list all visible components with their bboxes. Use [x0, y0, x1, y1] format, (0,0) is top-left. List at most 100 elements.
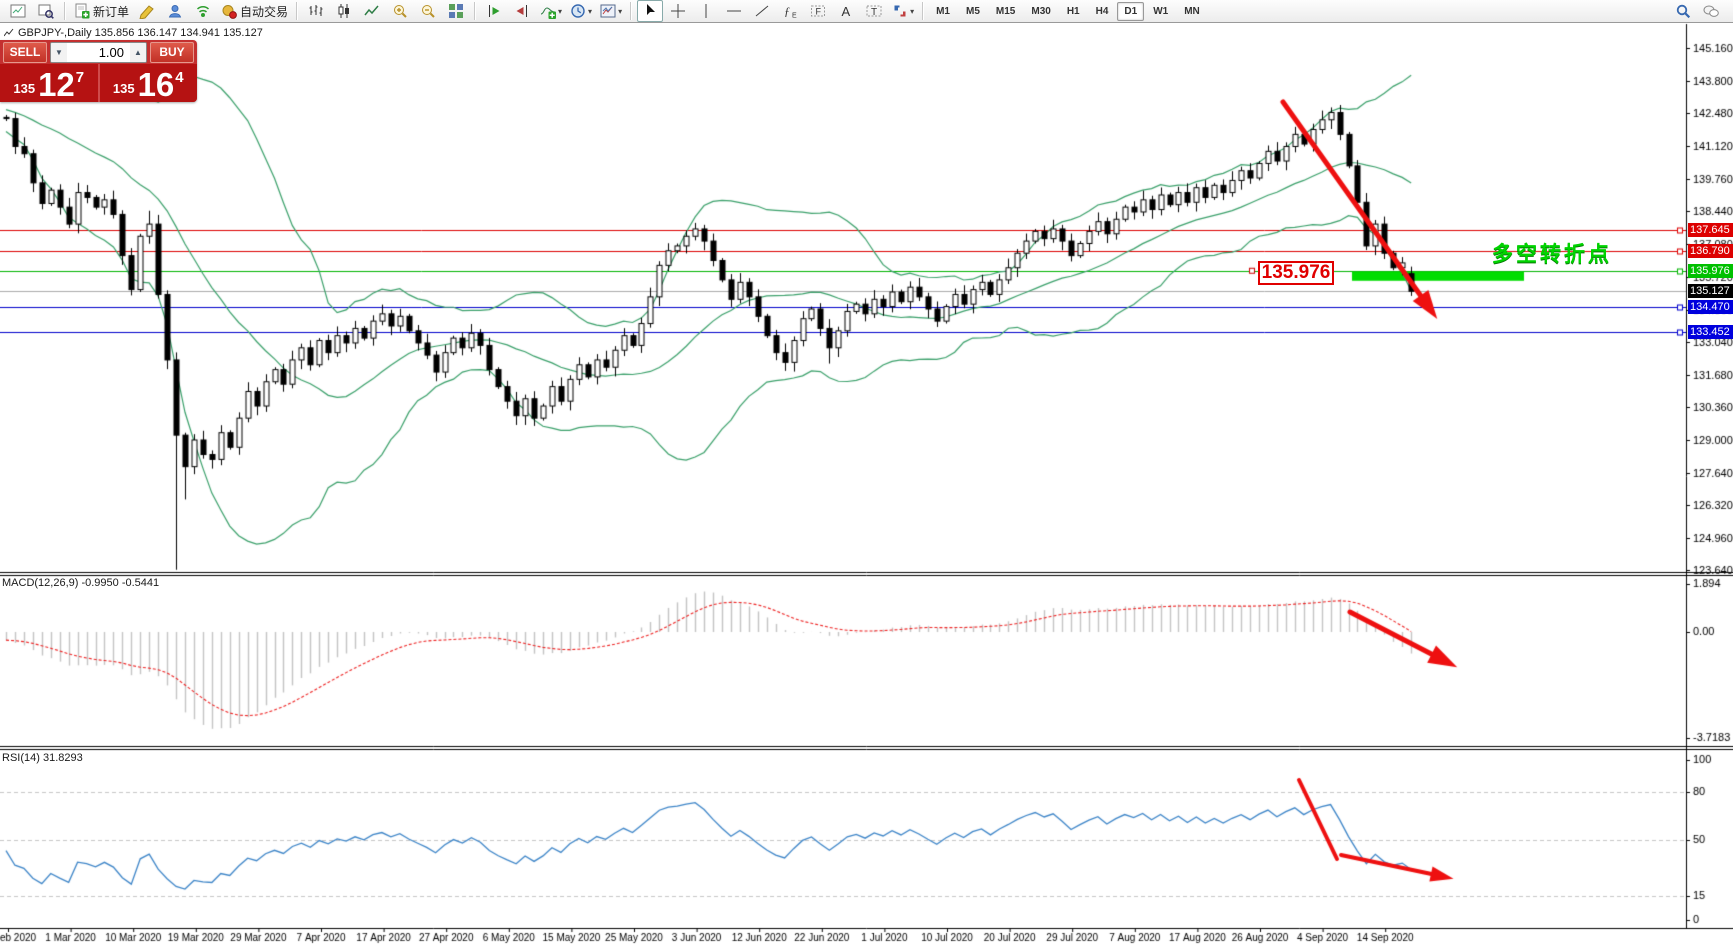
- chart-shift-button[interactable]: [509, 0, 535, 22]
- bar-chart-button[interactable]: [303, 0, 329, 22]
- symbol-title: GBPJPY-,Daily 135.856 136.147 134.941 13…: [18, 27, 263, 39]
- bar-chart-icon: [308, 3, 324, 19]
- tf-button-m30[interactable]: M30: [1024, 2, 1057, 21]
- buy-price-point: 4: [175, 69, 183, 86]
- search-icon: [1675, 3, 1691, 19]
- profiles-button[interactable]: [33, 0, 59, 22]
- fibo-expansion-icon: F: [810, 3, 826, 19]
- arrows-icon: [892, 3, 908, 19]
- tf-button-m15[interactable]: M15: [989, 2, 1022, 21]
- chart-canvas[interactable]: [0, 0, 1733, 946]
- tf-button-w1[interactable]: W1: [1146, 2, 1175, 21]
- signals-button[interactable]: [190, 0, 216, 22]
- market-watch-icon: [167, 3, 183, 19]
- profiles-icon: [38, 3, 54, 19]
- sell-price-pips: 12: [38, 71, 75, 99]
- new-chart-button[interactable]: [5, 0, 31, 22]
- svg-text:A: A: [842, 4, 851, 19]
- cursor-icon: [642, 3, 658, 19]
- tf-button-m1[interactable]: M1: [929, 2, 957, 21]
- volume-up-icon[interactable]: ▲: [130, 43, 146, 62]
- line-chart-button[interactable]: [359, 0, 385, 22]
- templates-icon: [600, 3, 616, 19]
- toolbar-button-label: 自动交易: [240, 3, 288, 20]
- chat-icon: [1703, 3, 1719, 19]
- price-badge: 135.976: [1688, 264, 1733, 278]
- chevron-down-icon[interactable]: ▾: [588, 7, 592, 16]
- crosshair-icon: [670, 3, 686, 19]
- price-badge: 133.452: [1688, 325, 1733, 339]
- tf-button-d1[interactable]: D1: [1117, 2, 1144, 21]
- new-chart-icon: [10, 3, 26, 19]
- metaeditor-button[interactable]: [134, 0, 160, 22]
- buy-price-figure: 135: [113, 81, 135, 96]
- new-order-icon: [74, 3, 90, 19]
- auto-scroll-icon: [486, 3, 502, 19]
- zoom-in-button[interactable]: [387, 0, 413, 22]
- price-tag-annotation[interactable]: 135.976: [1258, 261, 1334, 285]
- fibo-expansion-button[interactable]: F: [805, 0, 831, 22]
- tile-windows-button[interactable]: [443, 0, 469, 22]
- label-button[interactable]: T: [861, 0, 887, 22]
- trendline-icon: [754, 3, 770, 19]
- tf-button-m5[interactable]: M5: [959, 2, 987, 21]
- autotrading-button[interactable]: 自动交易: [218, 0, 291, 22]
- svg-text:F: F: [816, 7, 822, 17]
- fibonacci-icon: ƒE: [782, 3, 798, 19]
- candlestick-button[interactable]: [331, 0, 357, 22]
- buy-button[interactable]: BUY: [150, 42, 194, 63]
- price-badge: 136.790: [1688, 244, 1733, 258]
- text-button[interactable]: A: [833, 0, 859, 22]
- market-watch-button[interactable]: [162, 0, 188, 22]
- cursor-button[interactable]: [637, 0, 663, 22]
- volume-value[interactable]: 1.00: [67, 43, 130, 62]
- periods-button[interactable]: ▾: [567, 0, 595, 22]
- zoom-out-icon: [420, 3, 436, 19]
- zoom-in-icon: [392, 3, 408, 19]
- price-badge: 135.127: [1688, 284, 1733, 298]
- buy-price[interactable]: 135 16 4: [100, 64, 198, 102]
- tf-button-h1[interactable]: H1: [1060, 2, 1087, 21]
- vline-icon: [698, 3, 714, 19]
- turning-point-note[interactable]: 多空转折点: [1492, 238, 1612, 268]
- sell-button[interactable]: SELL: [3, 42, 47, 63]
- sell-price-point: 7: [76, 69, 84, 86]
- toolbar-separator: [630, 2, 632, 20]
- crosshair-button[interactable]: [665, 0, 691, 22]
- indicators-icon: [540, 3, 556, 19]
- chart-icon: [4, 28, 14, 38]
- toolbar-separator: [474, 2, 476, 20]
- auto-scroll-button[interactable]: [481, 0, 507, 22]
- trendline-button[interactable]: [749, 0, 775, 22]
- fibonacci-button[interactable]: ƒE: [777, 0, 803, 22]
- sell-price[interactable]: 135 12 7: [0, 64, 100, 102]
- buy-price-pips: 16: [138, 71, 175, 99]
- chevron-down-icon[interactable]: ▾: [910, 7, 914, 16]
- chevron-down-icon[interactable]: ▾: [618, 7, 622, 16]
- svg-text:E: E: [792, 13, 797, 20]
- volume-down-icon[interactable]: ▼: [51, 43, 67, 62]
- text-icon: A: [838, 3, 854, 19]
- zoom-out-button[interactable]: [415, 0, 441, 22]
- signals-icon: [195, 3, 211, 19]
- tf-button-mn[interactable]: MN: [1177, 2, 1207, 21]
- chevron-down-icon[interactable]: ▾: [558, 7, 562, 16]
- toolbar-separator: [64, 2, 66, 20]
- vline-button[interactable]: [693, 0, 719, 22]
- chat-button[interactable]: [1698, 0, 1724, 22]
- templates-button[interactable]: ▾: [597, 0, 625, 22]
- indicators-button[interactable]: ▾: [537, 0, 565, 22]
- autotrading-icon: [221, 3, 237, 19]
- price-badge: 137.645: [1688, 223, 1733, 237]
- search-button[interactable]: [1670, 0, 1696, 22]
- arrows-button[interactable]: ▾: [889, 0, 917, 22]
- tf-button-h4[interactable]: H4: [1089, 2, 1116, 21]
- toolbar: 新订单 自动交易 ▾ ▾ ▾ ƒE F AT ▾ M1M5M15M30H1H4D1W1MN: [0, 0, 1733, 23]
- hline-button[interactable]: [721, 0, 747, 22]
- hline-icon: [726, 3, 742, 19]
- line-chart-icon: [364, 3, 380, 19]
- new-order-button[interactable]: 新订单: [71, 0, 132, 22]
- rsi-label: RSI(14) 31.8293: [2, 752, 83, 764]
- volume-stepper[interactable]: ▼ 1.00 ▲: [50, 42, 147, 63]
- candlestick-icon: [336, 3, 352, 19]
